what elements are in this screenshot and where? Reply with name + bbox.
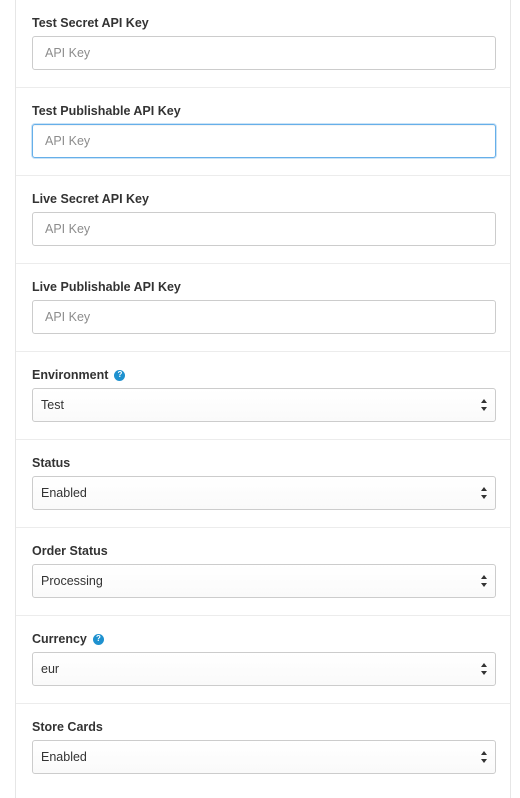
status-select-value: Enabled — [41, 486, 87, 500]
currency-select[interactable]: eur — [32, 652, 496, 686]
live-secret-api-key-input[interactable] — [32, 212, 496, 246]
environment-select-value: Test — [41, 398, 64, 412]
field-label: Test Secret API Key — [32, 16, 149, 30]
select-caret-icon — [480, 574, 488, 588]
environment-select[interactable]: Test — [32, 388, 496, 422]
field-label: Currency — [32, 632, 87, 646]
field-label: Status — [32, 456, 71, 470]
field-label: Live Secret API Key — [32, 192, 149, 206]
form-group-environment: Environment ? Test — [16, 352, 510, 440]
test-secret-api-key-input[interactable] — [32, 36, 496, 70]
order-status-select[interactable]: Processing — [32, 564, 496, 598]
select-caret-icon — [480, 662, 488, 676]
form-group-store-cards: Store Cards Enabled — [16, 704, 510, 792]
store-cards-select-value: Enabled — [41, 750, 87, 764]
field-label: Live Publishable API Key — [32, 280, 181, 294]
form-group-test-publishable-key: Test Publishable API Key — [16, 88, 510, 176]
field-label: Store Cards — [32, 720, 103, 734]
field-label: Order Status — [32, 544, 108, 558]
field-label-row: Environment ? — [32, 367, 126, 383]
store-cards-select[interactable]: Enabled — [32, 740, 496, 774]
currency-select-value: eur — [41, 662, 60, 676]
question-circle-icon[interactable]: ? — [114, 369, 126, 381]
field-label: Environment — [32, 368, 109, 382]
field-label-row: Currency ? — [32, 631, 104, 647]
form-group-order-status: Order Status Processing — [16, 528, 510, 616]
field-label: Test Publishable API Key — [32, 104, 181, 118]
status-select[interactable]: Enabled — [32, 476, 496, 510]
select-caret-icon — [480, 750, 488, 764]
select-caret-icon — [480, 398, 488, 412]
question-circle-icon[interactable]: ? — [92, 633, 104, 645]
form-group-live-secret-key: Live Secret API Key — [16, 176, 510, 264]
form-group-currency: Currency ? eur — [16, 616, 510, 704]
live-publishable-api-key-input[interactable] — [32, 300, 496, 334]
form-group-status: Status Enabled — [16, 440, 510, 528]
form-group-test-secret-key: Test Secret API Key — [16, 0, 510, 88]
select-caret-icon — [480, 486, 488, 500]
form-group-live-publishable-key: Live Publishable API Key — [16, 264, 510, 352]
settings-form-panel: Test Secret API Key Test Publishable API… — [15, 0, 511, 798]
order-status-select-value: Processing — [41, 574, 103, 588]
test-publishable-api-key-input[interactable] — [32, 124, 496, 158]
